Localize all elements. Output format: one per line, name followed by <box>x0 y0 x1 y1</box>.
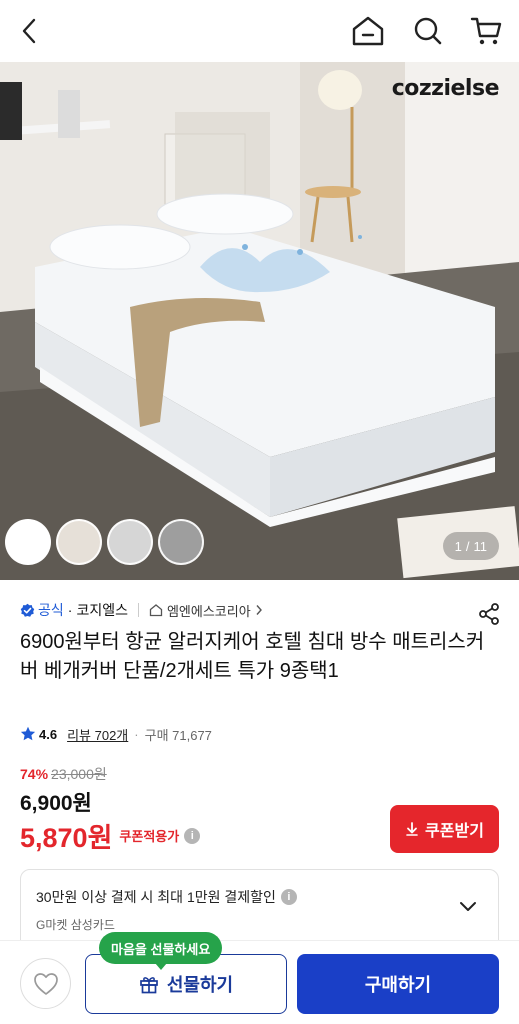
review-link[interactable]: 리뷰 702개 <box>67 725 128 744</box>
divider <box>137 603 139 617</box>
store-home-icon <box>149 604 163 617</box>
get-coupon-button[interactable]: 쿠폰받기 <box>390 805 499 853</box>
chevron-right-icon <box>256 605 262 615</box>
product-photo <box>0 62 519 580</box>
seller-separator: · <box>67 602 73 618</box>
wishlist-button[interactable] <box>20 958 71 1009</box>
gift-tooltip: 마음을 선물하세요 <box>99 932 223 970</box>
official-check-icon <box>20 603 35 617</box>
coupon-price: 5,870원 <box>20 823 113 853</box>
seller-row: 공식 · 코지엘스 엠엔에스코리아 <box>20 598 499 622</box>
pager-separator: / <box>465 538 470 554</box>
rating-value: 4.6 <box>39 726 58 742</box>
card-name: G마켓 삼성카드 <box>36 918 115 932</box>
pager-total: 11 <box>473 538 488 554</box>
store-link[interactable]: 엠엔에스코리아 <box>149 601 263 620</box>
home-icon <box>352 16 384 46</box>
cart-icon <box>470 17 502 45</box>
discount-row: 74% 23,000원 <box>20 764 107 784</box>
discount-rate: 74% <box>20 766 49 782</box>
cart-button[interactable] <box>468 13 504 49</box>
color-swatch-gray[interactable] <box>158 519 204 565</box>
search-icon <box>414 17 442 45</box>
star-icon <box>20 726 36 741</box>
seller-name[interactable]: 코지엘스 <box>76 600 128 620</box>
product-title: 6900원부터 항균 알러지케어 호텔 침대 방수 매트리스커버 베개커버 단품… <box>20 631 485 682</box>
color-swatch-lightgray[interactable] <box>107 519 153 565</box>
share-icon <box>479 603 499 625</box>
coupon-applied-label: 쿠폰적용가 <box>119 829 180 844</box>
home-button[interactable] <box>350 13 386 49</box>
product-image-carousel[interactable]: cozzielse 1 / 11 <box>0 62 519 580</box>
chevron-down-icon[interactable] <box>458 900 478 914</box>
info-icon[interactable]: i <box>280 889 297 905</box>
sale-price: 6,900원 <box>20 792 92 815</box>
benefit-text: 30만원 이상 결제 시 최대 1만원 결제할인 <box>36 889 276 905</box>
official-label: 공식 <box>38 602 64 618</box>
rating-row: 4.6 리뷰 702개 · 구매 71,677 <box>20 724 212 744</box>
top-navigation-bar <box>0 0 519 62</box>
gift-label: 선물하기 <box>166 975 234 995</box>
benefit-line: 30만원 이상 결제 시 최대 1만원 결제할인 i <box>36 887 297 907</box>
buy-label: 구매하기 <box>364 975 432 995</box>
coupon-price-row: 5,870원 쿠폰적용가 i <box>20 816 201 855</box>
get-coupon-label: 쿠폰받기 <box>425 823 484 840</box>
download-icon <box>406 822 418 836</box>
pager-current: 1 <box>454 538 462 554</box>
share-button[interactable] <box>477 602 501 626</box>
heart-icon <box>33 972 58 995</box>
color-swatch-white[interactable] <box>5 519 51 565</box>
official-seller-badge[interactable]: 공식 <box>20 600 64 620</box>
brand-logo: cozzielse <box>391 76 500 101</box>
info-icon[interactable]: i <box>184 827 201 844</box>
back-button[interactable] <box>12 13 48 49</box>
gift-icon <box>140 977 158 994</box>
chevron-left-icon <box>22 18 36 44</box>
search-button[interactable] <box>410 13 446 49</box>
buy-button[interactable]: 구매하기 <box>297 954 499 1014</box>
dot-separator: · <box>134 726 139 742</box>
original-price: 23,000원 <box>51 766 107 782</box>
bottom-action-bar: 선물하기 구매하기 <box>0 940 519 1024</box>
image-pager: 1 / 11 <box>442 532 499 560</box>
store-name: 엠엔에스코리아 <box>166 603 251 619</box>
color-swatch-beige[interactable] <box>56 519 102 565</box>
purchase-count: 구매 71,677 <box>144 727 212 743</box>
